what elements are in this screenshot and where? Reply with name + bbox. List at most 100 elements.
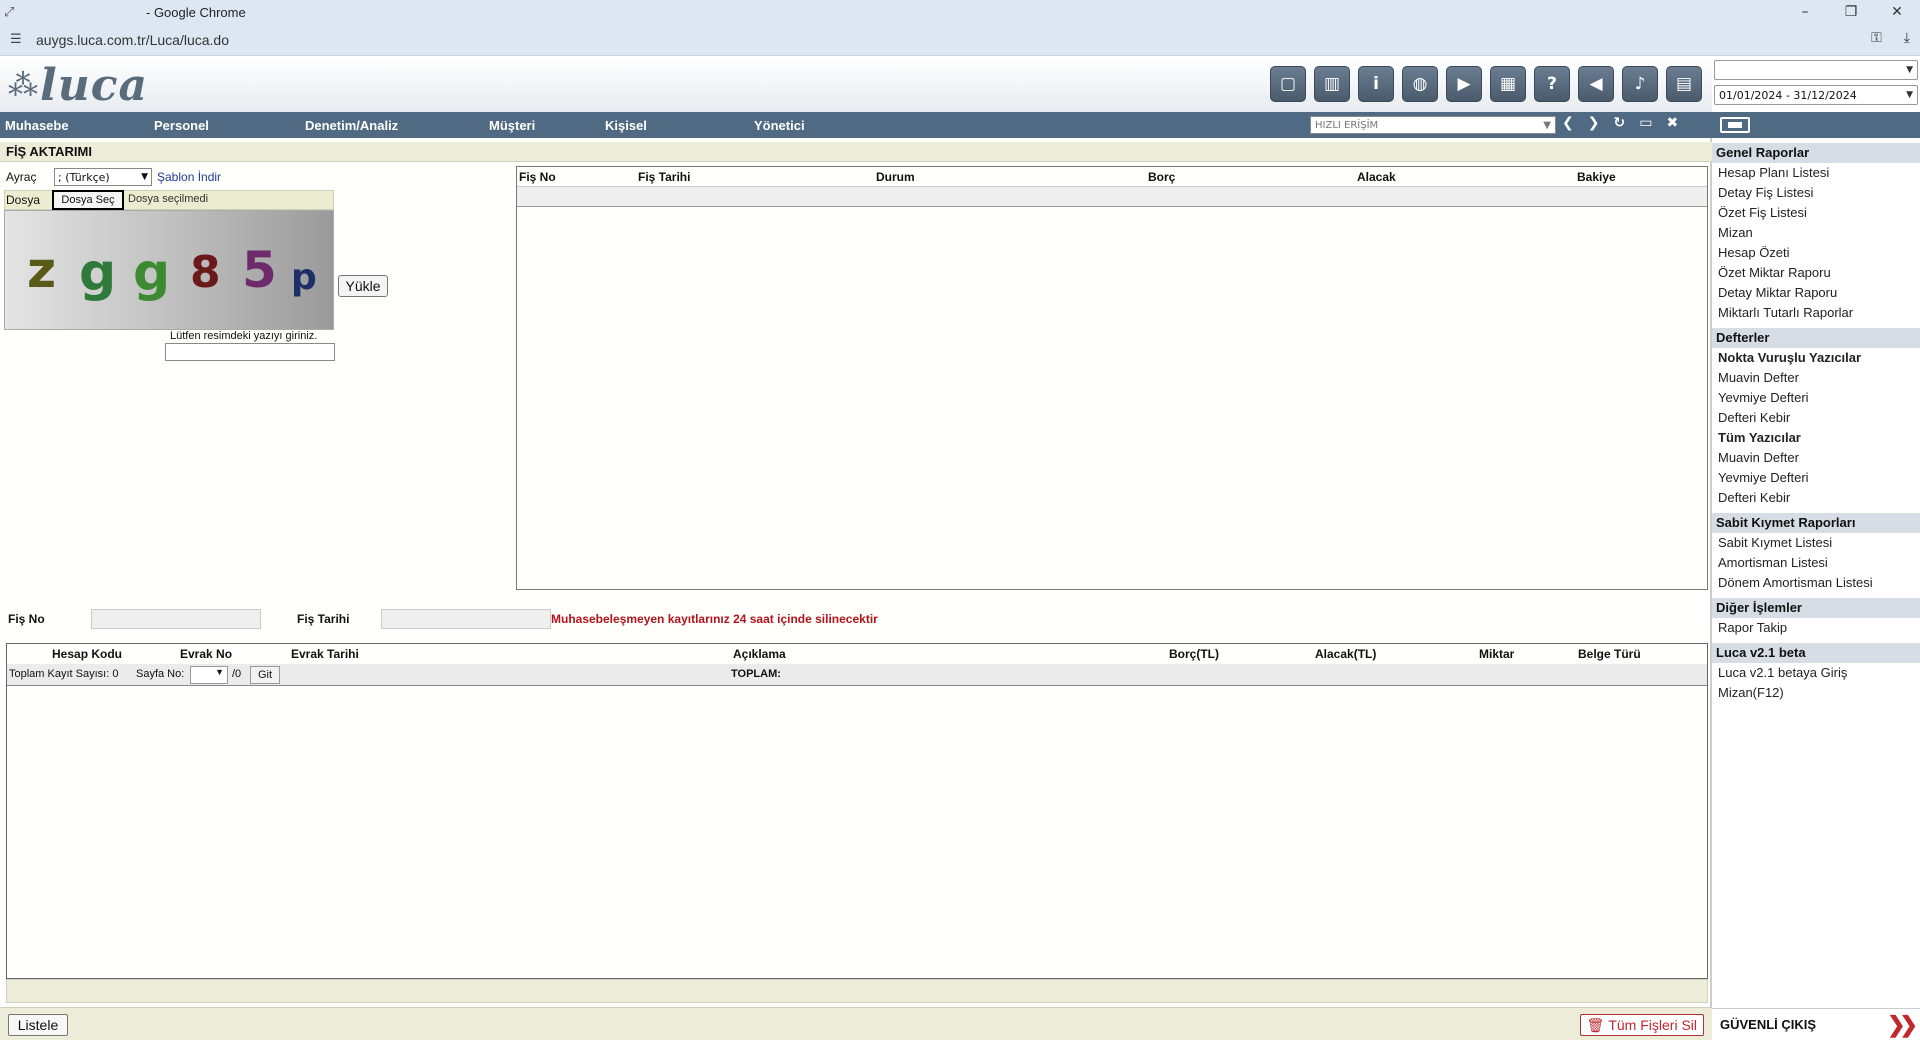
- col-hesap-kodu[interactable]: Hesap Kodu: [52, 647, 122, 661]
- refresh-icon[interactable]: ↻: [1613, 115, 1625, 131]
- book-icon[interactable]: ▥: [1314, 66, 1350, 102]
- template-download-link[interactable]: Şablon İndir: [157, 170, 221, 184]
- luca-logo[interactable]: ⁂ luca: [8, 60, 148, 111]
- chevron-down-icon: ▼: [1906, 90, 1913, 100]
- captcha-image: z g g 8 5 p: [4, 210, 334, 330]
- reports-sidebar: Genel Raporlar Hesap Planı Listesi Detay…: [1712, 138, 1920, 1040]
- sidebar-heading-other: Diğer İşlemler: [1712, 598, 1920, 618]
- sidebar-item-miktarli-tutarli[interactable]: Miktarlı Tutarlı Raporlar: [1712, 303, 1920, 323]
- youtube-icon[interactable]: ▶: [1446, 66, 1482, 102]
- globe-icon[interactable]: ◍: [1402, 66, 1438, 102]
- sidebar-item-donem-amortisman[interactable]: Dönem Amortisman Listesi: [1712, 573, 1920, 593]
- col-durum[interactable]: Durum: [876, 170, 915, 184]
- calculator-icon[interactable]: ▦: [1490, 66, 1526, 102]
- nav-muhasebe[interactable]: Muhasebe: [5, 118, 69, 133]
- col-aciklama[interactable]: Açıklama: [733, 647, 786, 661]
- ayrac-label: Ayraç: [6, 170, 37, 184]
- fis-no-input[interactable]: [91, 609, 261, 629]
- col-fis-tarihi[interactable]: Fiş Tarihi: [638, 170, 690, 184]
- sidebar-item-kebir-all[interactable]: Defteri Kebir: [1712, 488, 1920, 508]
- sidebar-item-detay-miktar[interactable]: Detay Miktar Raporu: [1712, 283, 1920, 303]
- lines-table: Hesap Kodu Evrak No Evrak Tarihi Açıklam…: [6, 643, 1708, 979]
- window-icon[interactable]: ▭: [1639, 115, 1652, 131]
- delete-all-button[interactable]: 🗑 Tüm Fişleri Sil: [1579, 1014, 1704, 1036]
- sidebar-item-mizan-f12[interactable]: Mizan(F12): [1712, 683, 1920, 703]
- sidebar-item-yevmiye-all[interactable]: Yevmiye Defteri: [1712, 468, 1920, 488]
- bell-icon[interactable]: ♪: [1622, 66, 1658, 102]
- sidebar-item-beta-login[interactable]: Luca v2.1 betaya Giriş: [1712, 663, 1920, 683]
- sidebar-heading-ledgers: Defterler: [1712, 328, 1920, 348]
- nav-tools: ❮ ❯ ↻ ▭ ✖: [1562, 115, 1678, 131]
- sidebar-item-sabit-kiymet[interactable]: Sabit Kıymet Listesi: [1712, 533, 1920, 553]
- go-button[interactable]: Git: [250, 666, 280, 684]
- document-icon[interactable]: ▤: [1666, 66, 1702, 102]
- sidebar-item-detay-fis[interactable]: Detay Fiş Listesi: [1712, 183, 1920, 203]
- choose-file-button[interactable]: Dosya Seç: [52, 190, 124, 210]
- sidebar-item-mizan[interactable]: Mizan: [1712, 223, 1920, 243]
- captcha-char: g: [79, 243, 117, 303]
- nav-kisisel[interactable]: Kişisel: [605, 118, 647, 133]
- help-icon[interactable]: ?: [1534, 66, 1570, 102]
- file-status: Dosya seçilmedi: [128, 193, 209, 205]
- fis-tarihi-label: Fiş Tarihi: [297, 612, 350, 626]
- col-miktar[interactable]: Miktar: [1479, 647, 1514, 661]
- col-evrak-tarihi[interactable]: Evrak Tarihi: [291, 647, 359, 661]
- secure-logout-button[interactable]: GÜVENLİ ÇIKIŞ ❯❯: [1712, 1008, 1920, 1040]
- sidebar-item-yevmiye-dot[interactable]: Yevmiye Defteri: [1712, 388, 1920, 408]
- forward-icon[interactable]: ❯: [1588, 115, 1600, 131]
- site-info-icon[interactable]: ☰: [10, 32, 24, 47]
- upload-button[interactable]: Yükle: [338, 275, 388, 297]
- close-window-button[interactable]: ✕: [1874, 0, 1920, 24]
- password-key-icon[interactable]: ⚿: [1871, 30, 1882, 46]
- col-alacak[interactable]: Alacak: [1357, 170, 1396, 184]
- sidebar-item-muavin-dot[interactable]: Muavin Defter: [1712, 368, 1920, 388]
- total-records: Toplam Kayıt Sayısı: 0: [9, 668, 119, 680]
- megaphone-icon[interactable]: ◀: [1578, 66, 1614, 102]
- fis-tarihi-input[interactable]: [381, 609, 551, 629]
- col-belge-turu[interactable]: Belge Türü: [1578, 647, 1641, 661]
- captcha-hint: Lütfen resimdeki yazıyı giriniz.: [170, 330, 318, 342]
- ayrac-select[interactable]: ; (Türkçe) ▼: [54, 168, 152, 186]
- quick-access-select[interactable]: HIZLI ERİŞİM ▼: [1310, 116, 1556, 134]
- col-alacak-tl[interactable]: Alacak(TL): [1315, 647, 1376, 661]
- logo-mark-icon: ⁂: [8, 67, 38, 103]
- col-bakiye[interactable]: Bakiye: [1577, 170, 1616, 184]
- col-evrak-no[interactable]: Evrak No: [180, 647, 232, 661]
- deletion-warning: Muhasebeleşmeyen kayıtlarınız 24 saat iç…: [551, 612, 878, 626]
- nav-musteri[interactable]: Müşteri: [489, 118, 535, 133]
- col-borc-tl[interactable]: Borç(TL): [1169, 647, 1219, 661]
- list-button[interactable]: Listele: [8, 1014, 68, 1036]
- chevron-down-icon: ▼: [1543, 119, 1551, 131]
- back-icon[interactable]: ❮: [1562, 115, 1574, 131]
- sidebar-subheading-dot-printers: Nokta Vuruşlu Yazıcılar: [1718, 350, 1862, 365]
- sidebar-item-rapor-takip[interactable]: Rapor Takip: [1712, 618, 1920, 638]
- close-tab-icon[interactable]: ✖: [1666, 115, 1678, 131]
- captcha-input[interactable]: [165, 343, 335, 361]
- nav-denetim-analiz[interactable]: Denetim/Analiz: [305, 118, 398, 133]
- fullscreen-icon[interactable]: [1720, 117, 1750, 133]
- sidebar-item-amortisman[interactable]: Amortisman Listesi: [1712, 553, 1920, 573]
- info-icon[interactable]: i: [1358, 66, 1394, 102]
- url-field[interactable]: auygs.luca.com.tr/Luca/luca.do: [36, 32, 229, 48]
- sidebar-item-hesap-ozeti[interactable]: Hesap Özeti: [1712, 243, 1920, 263]
- restore-button[interactable]: ❐: [1828, 0, 1874, 24]
- sidebar-item-muavin-all[interactable]: Muavin Defter: [1712, 448, 1920, 468]
- col-borc[interactable]: Borç: [1148, 170, 1175, 184]
- notes-icon[interactable]: ▢: [1270, 66, 1306, 102]
- captcha-char: 5: [242, 241, 277, 299]
- period-select[interactable]: 01/01/2024 - 31/12/2024 ▼: [1714, 85, 1918, 105]
- nav-yonetici[interactable]: Yönetici: [754, 118, 805, 133]
- sidebar-item-ozet-fis[interactable]: Özet Fiş Listesi: [1712, 203, 1920, 223]
- chrome-app-icon[interactable]: ⤢: [4, 5, 24, 20]
- sidebar-item-ozet-miktar[interactable]: Özet Miktar Raporu: [1712, 263, 1920, 283]
- company-select[interactable]: ▼: [1714, 60, 1918, 80]
- minimize-button[interactable]: –: [1782, 0, 1828, 24]
- sidebar-item-kebir-dot[interactable]: Defteri Kebir: [1712, 408, 1920, 428]
- sidebar-item-hesap-plani[interactable]: Hesap Planı Listesi: [1712, 163, 1920, 183]
- fis-no-label: Fiş No: [8, 612, 45, 626]
- col-fis-no[interactable]: Fiş No: [519, 170, 556, 184]
- sidebar-heading-beta: Luca v2.1 beta: [1712, 643, 1920, 663]
- page-select[interactable]: ▼: [190, 666, 228, 684]
- download-icon[interactable]: ⤓: [1904, 30, 1910, 46]
- nav-personel[interactable]: Personel: [154, 118, 209, 133]
